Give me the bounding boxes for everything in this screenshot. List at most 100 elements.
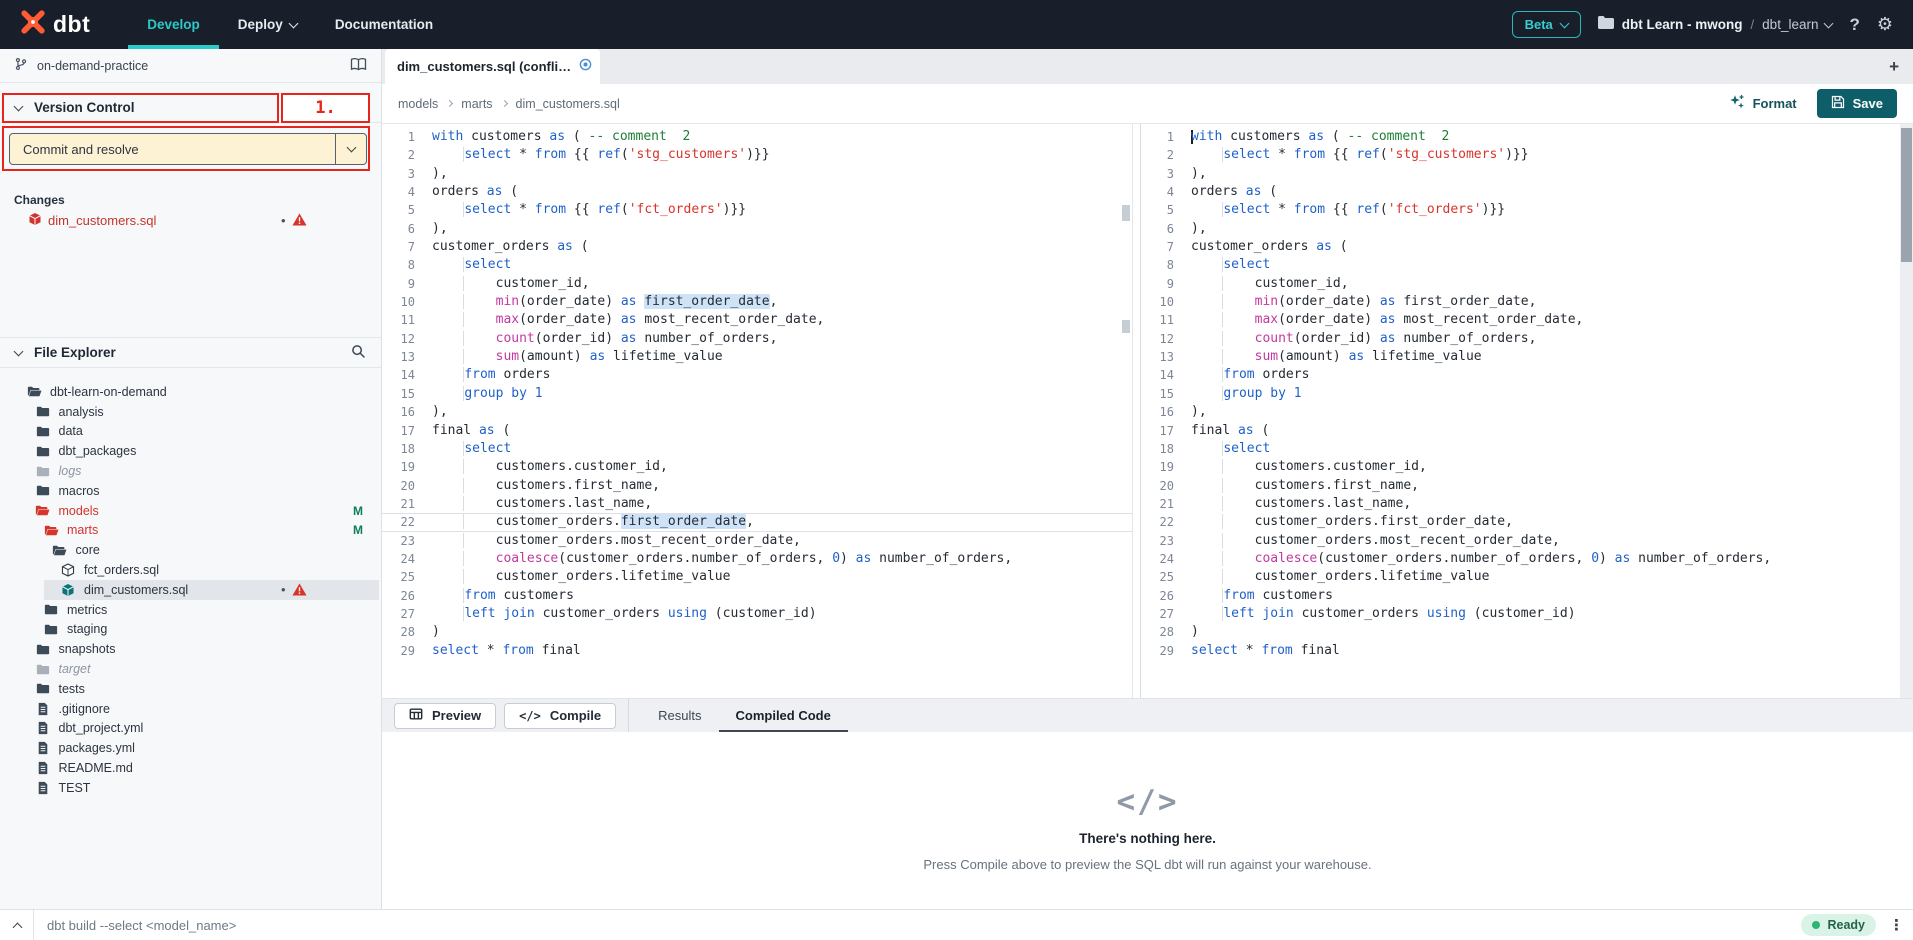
format-button[interactable]: Format: [1729, 94, 1797, 113]
code-line[interactable]: 17final as (: [382, 422, 1132, 440]
chevron-up-icon[interactable]: [13, 922, 23, 932]
code-line[interactable]: 28): [1141, 623, 1900, 641]
file-explorer-header[interactable]: File Explorer: [0, 337, 381, 368]
code-line[interactable]: 8 select: [382, 256, 1132, 274]
tab-compiled-code[interactable]: Compiled Code: [719, 699, 848, 733]
code-line[interactable]: 6),: [382, 220, 1132, 238]
breadcrumb-marts[interactable]: marts: [461, 97, 492, 111]
code-line[interactable]: 28): [382, 623, 1132, 641]
code-line[interactable]: 19 customers.customer_id,: [1141, 458, 1900, 476]
save-button[interactable]: Save: [1817, 89, 1897, 118]
code-line[interactable]: 25 customer_orders.lifetime_value: [1141, 568, 1900, 586]
code-line[interactable]: 24 coalesce(customer_orders.number_of_or…: [1141, 550, 1900, 568]
code-line[interactable]: 21 customers.last_name,: [382, 495, 1132, 513]
version-control-header[interactable]: Version Control: [0, 93, 381, 123]
code-line[interactable]: 4orders as (: [382, 183, 1132, 201]
scrollbar-mark[interactable]: [1122, 320, 1130, 333]
code-line[interactable]: 23 customer_orders.most_recent_order_dat…: [382, 532, 1132, 550]
editor-pane-left[interactable]: 1with customers as ( -- comment 22 selec…: [382, 124, 1133, 698]
code-line[interactable]: 18 select: [1141, 440, 1900, 458]
tree-item-.gitignore[interactable]: .gitignore: [0, 699, 381, 719]
code-line[interactable]: 5 select * from {{ ref('fct_orders')}}: [382, 201, 1132, 219]
tree-item-tests[interactable]: tests: [0, 679, 381, 699]
changed-file-dim_customers.sql[interactable]: dim_customers.sql•: [0, 209, 381, 231]
code-line[interactable]: 3),: [382, 165, 1132, 183]
code-line[interactable]: 27 left join customer_orders using (cust…: [382, 605, 1132, 623]
code-line[interactable]: 26 from customers: [382, 587, 1132, 605]
code-line[interactable]: 11 max(order_date) as most_recent_order_…: [382, 311, 1132, 329]
code-line[interactable]: 8 select: [1141, 256, 1900, 274]
beta-dropdown[interactable]: Beta: [1512, 11, 1581, 38]
code-line[interactable]: 13 sum(amount) as lifetime_value: [1141, 348, 1900, 366]
code-line[interactable]: 20 customers.first_name,: [1141, 477, 1900, 495]
tree-item-logs[interactable]: logs: [0, 461, 381, 481]
nav-develop[interactable]: Develop: [128, 0, 219, 49]
tree-item-fct_orders.sql[interactable]: fct_orders.sql: [0, 560, 381, 580]
tree-item-dbt-learn-on-demand[interactable]: dbt-learn-on-demand: [0, 382, 381, 402]
code-line[interactable]: 3),: [1141, 165, 1900, 183]
code-line[interactable]: 16),: [1141, 403, 1900, 421]
tree-item-core[interactable]: core: [0, 540, 381, 560]
code-line[interactable]: 11 max(order_date) as most_recent_order_…: [1141, 311, 1900, 329]
code-line[interactable]: 1with customers as ( -- comment 2: [1141, 128, 1900, 146]
code-line[interactable]: 18 select: [382, 440, 1132, 458]
tree-item-TEST[interactable]: TEST: [0, 778, 381, 798]
code-line[interactable]: 26 from customers: [1141, 587, 1900, 605]
commit-dropdown-caret[interactable]: [335, 134, 366, 164]
commit-and-resolve-button[interactable]: Commit and resolve: [9, 133, 367, 165]
dbt-logo[interactable]: dbt: [18, 7, 90, 42]
tree-item-target[interactable]: target: [0, 659, 381, 679]
command-input[interactable]: dbt build --select <model_name>: [47, 918, 236, 933]
code-line[interactable]: 4orders as (: [1141, 183, 1900, 201]
editor-pane-right[interactable]: 1with customers as ( -- comment 22 selec…: [1140, 124, 1900, 698]
code-line[interactable]: 7customer_orders as (: [382, 238, 1132, 256]
code-line[interactable]: 14 from orders: [382, 366, 1132, 384]
breadcrumb-models[interactable]: models: [398, 97, 438, 111]
code-line[interactable]: 23 customer_orders.most_recent_order_dat…: [1141, 532, 1900, 550]
tree-item-models[interactable]: modelsM: [0, 501, 381, 521]
tab-results[interactable]: Results: [641, 699, 718, 733]
help-icon[interactable]: ?: [1849, 15, 1859, 35]
code-line[interactable]: 9 customer_id,: [382, 275, 1132, 293]
code-line[interactable]: 6),: [1141, 220, 1900, 238]
code-line[interactable]: 22 customer_orders.first_order_date,: [1141, 513, 1900, 531]
code-line[interactable]: 12 count(order_id) as number_of_orders,: [382, 330, 1132, 348]
code-line[interactable]: 17final as (: [1141, 422, 1900, 440]
tree-item-macros[interactable]: macros: [0, 481, 381, 501]
tree-item-marts[interactable]: martsM: [0, 521, 381, 541]
tree-item-README.md[interactable]: README.md: [0, 758, 381, 778]
code-line[interactable]: 7customer_orders as (: [1141, 238, 1900, 256]
tree-item-dbt_packages[interactable]: dbt_packages: [0, 441, 381, 461]
code-line[interactable]: 15 group by 1: [382, 385, 1132, 403]
code-line[interactable]: 12 count(order_id) as number_of_orders,: [1141, 330, 1900, 348]
tree-item-snapshots[interactable]: snapshots: [0, 639, 381, 659]
code-line[interactable]: 13 sum(amount) as lifetime_value: [382, 348, 1132, 366]
scrollbar-thumb[interactable]: [1901, 128, 1912, 262]
tree-item-data[interactable]: data: [0, 422, 381, 442]
code-line[interactable]: 21 customers.last_name,: [1141, 495, 1900, 513]
scrollbar-mark[interactable]: [1122, 205, 1130, 221]
compile-button[interactable]: </> Compile: [504, 703, 616, 729]
preview-button[interactable]: Preview: [394, 703, 496, 729]
code-line[interactable]: 10 min(order_date) as first_order_date,: [1141, 293, 1900, 311]
code-line[interactable]: 9 customer_id,: [1141, 275, 1900, 293]
code-line[interactable]: 14 from orders: [1141, 366, 1900, 384]
kebab-menu-icon[interactable]: ⋮: [1889, 916, 1904, 934]
code-line[interactable]: 22 customer_orders.first_order_date,: [382, 513, 1132, 531]
new-tab-plus-icon[interactable]: +: [1889, 57, 1899, 77]
code-line[interactable]: 15 group by 1: [1141, 385, 1900, 403]
code-line[interactable]: 2 select * from {{ ref('stg_customers')}…: [382, 146, 1132, 164]
tree-item-packages.yml[interactable]: packages.yml: [0, 738, 381, 758]
docs-book-icon[interactable]: [350, 57, 367, 74]
tree-item-analysis[interactable]: analysis: [0, 402, 381, 422]
tree-item-dbt_project.yml[interactable]: dbt_project.yml: [0, 719, 381, 739]
account-name[interactable]: dbt Learn - mwong: [1622, 17, 1743, 32]
code-line[interactable]: 10 min(order_date) as first_order_date,: [382, 293, 1132, 311]
nav-documentation[interactable]: Documentation: [316, 0, 452, 49]
code-line[interactable]: 20 customers.first_name,: [382, 477, 1132, 495]
search-icon[interactable]: [351, 344, 366, 362]
nav-deploy[interactable]: Deploy: [219, 0, 316, 49]
code-line[interactable]: 5 select * from {{ ref('fct_orders')}}: [1141, 201, 1900, 219]
code-line[interactable]: 19 customers.customer_id,: [382, 458, 1132, 476]
tree-item-dim_customers.sql[interactable]: dim_customers.sql•: [0, 580, 381, 600]
